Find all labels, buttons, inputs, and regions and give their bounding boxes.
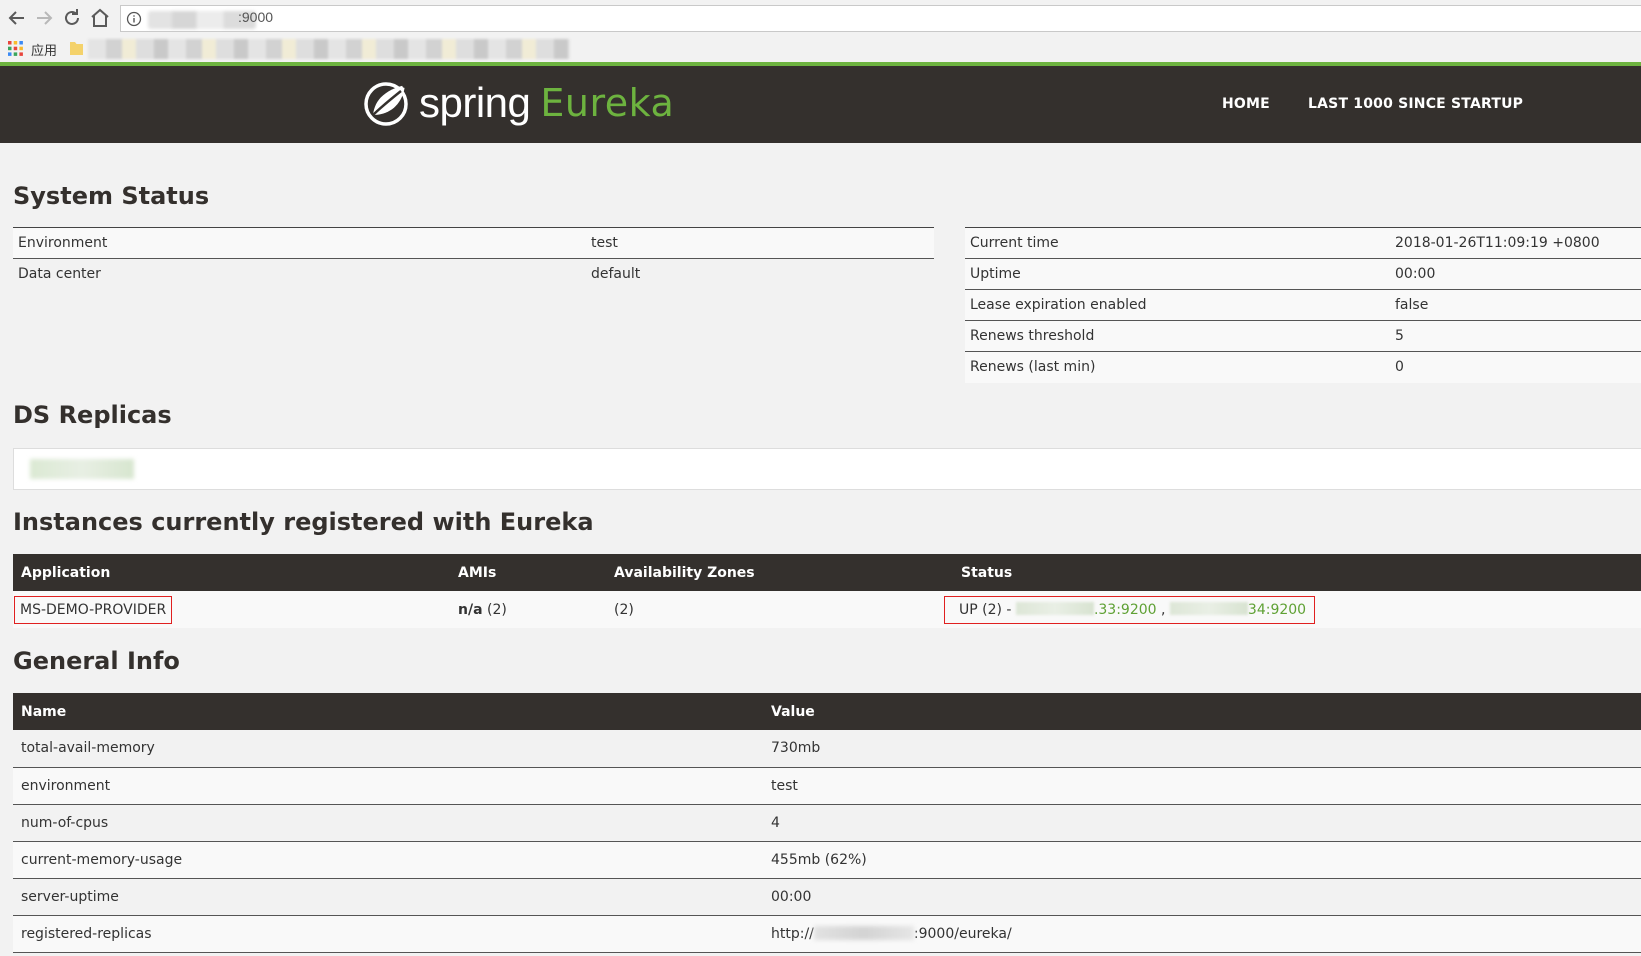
instance-1-suffix: .33:9200 [1093, 601, 1157, 618]
apps-grid-icon[interactable] [8, 41, 23, 56]
table-row: num-of-cpus 4 [13, 804, 1641, 842]
reload-icon[interactable] [60, 6, 84, 30]
amis-count: (2) [486, 601, 507, 618]
status-value: 00:00 [1390, 258, 1641, 290]
info-value: 00:00 [763, 878, 1641, 916]
status-value: default [586, 258, 934, 290]
table-row: Renews threshold 5 [965, 320, 1641, 352]
info-name: current-memory-usage [13, 841, 763, 879]
bookmark-folder-icon[interactable] [70, 40, 83, 55]
address-bar[interactable]: :9000 [120, 5, 1641, 32]
info-value: 455mb (62%) [763, 841, 1641, 879]
application-cell: MS-DEMO-PROVIDER [13, 591, 450, 628]
status-value: 2018-01-26T11:09:19 +0800 [1390, 227, 1641, 259]
instance-separator: , [1161, 601, 1166, 618]
ds-replicas-heading: DS Replicas [13, 401, 172, 429]
table-row: current-memory-usage 455mb (62%) [13, 841, 1641, 879]
table-row: Uptime 00:00 [965, 258, 1641, 290]
table-row: Current time 2018-01-26T11:09:19 +0800 [965, 227, 1641, 259]
table-row: Renews (last min) 0 [965, 351, 1641, 383]
table-row: Environment test [13, 227, 934, 259]
redacted-ip [1015, 601, 1094, 615]
application-name: MS-DEMO-PROVIDER [14, 595, 173, 624]
status-key: Renews (last min) [965, 351, 1390, 383]
amis-cell: n/a (2) [450, 591, 606, 628]
instance-link-1[interactable]: .33:9200 [1015, 601, 1157, 618]
spring-leaf-icon [364, 82, 408, 126]
instance-2-suffix: 34:9200 [1247, 601, 1307, 618]
info-name: environment [13, 767, 763, 805]
table-row: total-avail-memory 730mb [13, 730, 1641, 768]
status-value: false [1390, 289, 1641, 321]
info-name: server-uptime [13, 878, 763, 916]
table-row: environment test [13, 767, 1641, 805]
info-value: http:// :9000/eureka/ [763, 915, 1641, 953]
info-name: registered-replicas [13, 915, 763, 953]
system-status-env-table: Environment test Data center default [13, 227, 934, 290]
status-key: Data center [13, 258, 586, 290]
nav-home-link[interactable]: HOME [1222, 96, 1270, 112]
redacted-ip [1169, 601, 1248, 615]
info-value: test [763, 767, 1641, 805]
replica-url-suffix: :9000/eureka/ [913, 925, 1012, 942]
back-arrow-icon[interactable] [5, 6, 29, 30]
browser-chrome: :9000 应用 [0, 0, 1641, 64]
forward-arrow-icon[interactable] [32, 6, 56, 30]
nav-last-1000-link[interactable]: LAST 1000 SINCE STARTUP [1308, 96, 1523, 112]
status-value: test [586, 227, 934, 259]
apps-bookmark-label[interactable]: 应用 [31, 40, 57, 59]
status-value: 5 [1390, 320, 1641, 352]
eureka-navbar: spring Eureka HOME LAST 1000 SINCE START… [0, 62, 1641, 143]
home-icon[interactable] [88, 6, 112, 30]
col-availability-zones: Availability Zones [606, 554, 953, 591]
general-info-table: Name Value total-avail-memory 730mb envi… [13, 693, 1641, 953]
ds-replicas-list [13, 448, 1641, 490]
status-cell: UP (2) - .33:9200 , 34:9200 [944, 591, 1641, 628]
logo-spring-text: spring [419, 79, 531, 126]
instances-table: Application AMIs Availability Zones Stat… [13, 554, 1641, 628]
info-name: num-of-cpus [13, 804, 763, 842]
status-value: 0 [1390, 351, 1641, 383]
info-value: 730mb [763, 730, 1641, 768]
table-header-row: Application AMIs Availability Zones Stat… [13, 554, 1641, 591]
table-row: MS-DEMO-PROVIDER n/a (2) (2) UP (2) - .3… [13, 591, 1641, 628]
status-key: Current time [965, 227, 1390, 259]
logo-eureka-text: Eureka [540, 81, 675, 125]
system-status-time-table: Current time 2018-01-26T11:09:19 +0800 U… [965, 227, 1641, 383]
table-row: Data center default [13, 258, 934, 290]
system-status-heading: System Status [13, 182, 210, 210]
info-icon[interactable] [126, 11, 142, 27]
redacted-bookmarks [88, 39, 570, 59]
info-value: 4 [763, 804, 1641, 842]
status-key: Environment [13, 227, 586, 259]
amis-label: n/a [458, 601, 483, 618]
status-prefix: UP (2) - [959, 601, 1012, 618]
table-header-row: Name Value [13, 693, 1641, 730]
spring-eureka-logo[interactable]: spring Eureka [363, 78, 674, 128]
col-application: Application [13, 554, 450, 591]
status-key: Lease expiration enabled [965, 289, 1390, 321]
col-name: Name [13, 693, 763, 730]
col-amis: AMIs [450, 554, 606, 591]
redacted-host [813, 925, 914, 940]
bookmarks-bar: 应用 [0, 36, 1641, 62]
status-key: Renews threshold [965, 320, 1390, 352]
status-key: Uptime [965, 258, 1390, 290]
col-status: Status [953, 554, 1641, 591]
table-row: registered-replicas http:// :9000/eureka/ [13, 915, 1641, 953]
instances-heading: Instances currently registered with Eure… [13, 508, 594, 536]
table-row: server-uptime 00:00 [13, 878, 1641, 916]
instance-link-2[interactable]: 34:9200 [1169, 601, 1307, 618]
replica-url-prefix: http:// [771, 925, 814, 942]
zones-cell: (2) [606, 591, 953, 628]
col-value: Value [763, 693, 1641, 730]
table-row: Lease expiration enabled false [965, 289, 1641, 321]
url-port: :9000 [238, 9, 274, 25]
status-highlight: UP (2) - .33:9200 , 34:9200 [944, 595, 1316, 624]
info-name: total-avail-memory [13, 730, 763, 768]
redacted-replica-link[interactable] [30, 459, 134, 479]
general-info-heading: General Info [13, 647, 180, 675]
